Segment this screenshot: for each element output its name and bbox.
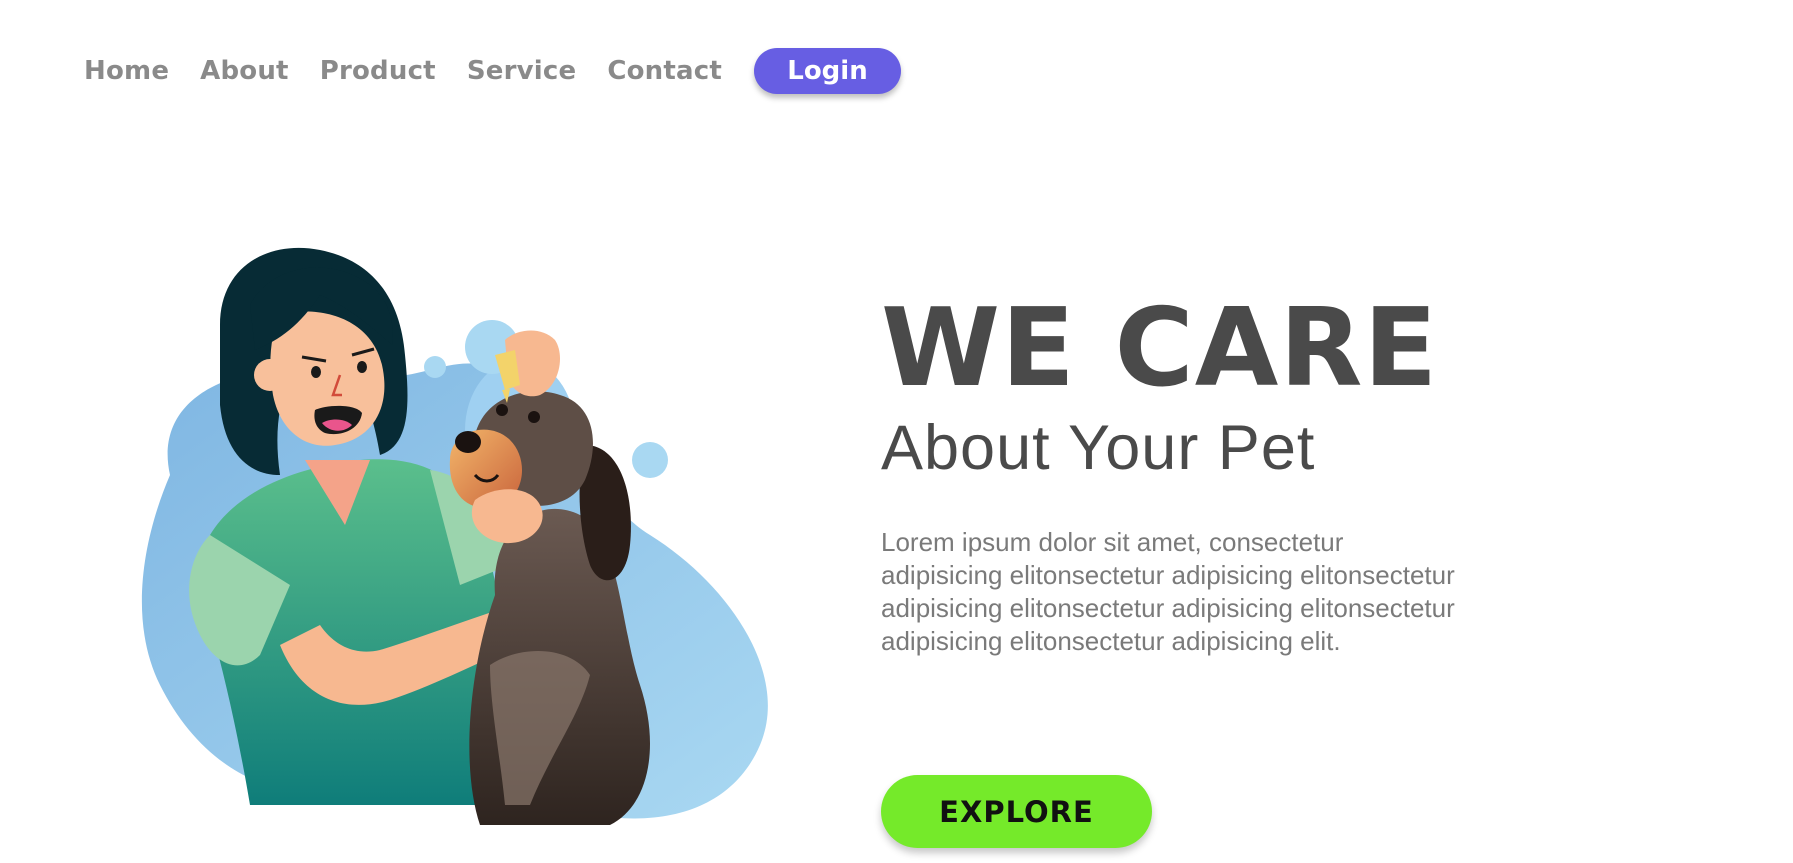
- landing-page: Home About Product Service Contact Login: [0, 0, 1793, 863]
- login-button[interactable]: Login: [753, 48, 901, 94]
- nav-link-home[interactable]: Home: [84, 49, 169, 93]
- woman-with-dog-illustration: [141, 247, 768, 825]
- bubble-small: [424, 356, 446, 378]
- nav-link-service[interactable]: Service: [467, 49, 577, 93]
- woman-ear: [254, 359, 286, 391]
- nav-link-about[interactable]: About: [200, 49, 289, 93]
- nav-link-product[interactable]: Product: [320, 49, 436, 93]
- top-navigation: Home About Product Service Contact Login: [84, 48, 901, 94]
- dog-nose: [455, 431, 481, 453]
- hero-title: WE CARE: [881, 286, 1439, 411]
- bubble-right: [632, 442, 668, 478]
- hero-subtitle: About Your Pet: [881, 413, 1316, 483]
- woman-eye-left: [311, 366, 321, 378]
- hero-illustration: [130, 245, 790, 825]
- hero-section: WE CARE About Your Pet Lorem ipsum dolor…: [881, 290, 1581, 658]
- hero-description: Lorem ipsum dolor sit amet, consectetur …: [881, 527, 1455, 656]
- dog-eye-left: [496, 404, 508, 416]
- explore-button[interactable]: EXPLORE: [881, 775, 1152, 848]
- woman-eye-right: [357, 361, 367, 373]
- dog-eye-right: [528, 411, 540, 423]
- nav-link-contact[interactable]: Contact: [607, 49, 722, 93]
